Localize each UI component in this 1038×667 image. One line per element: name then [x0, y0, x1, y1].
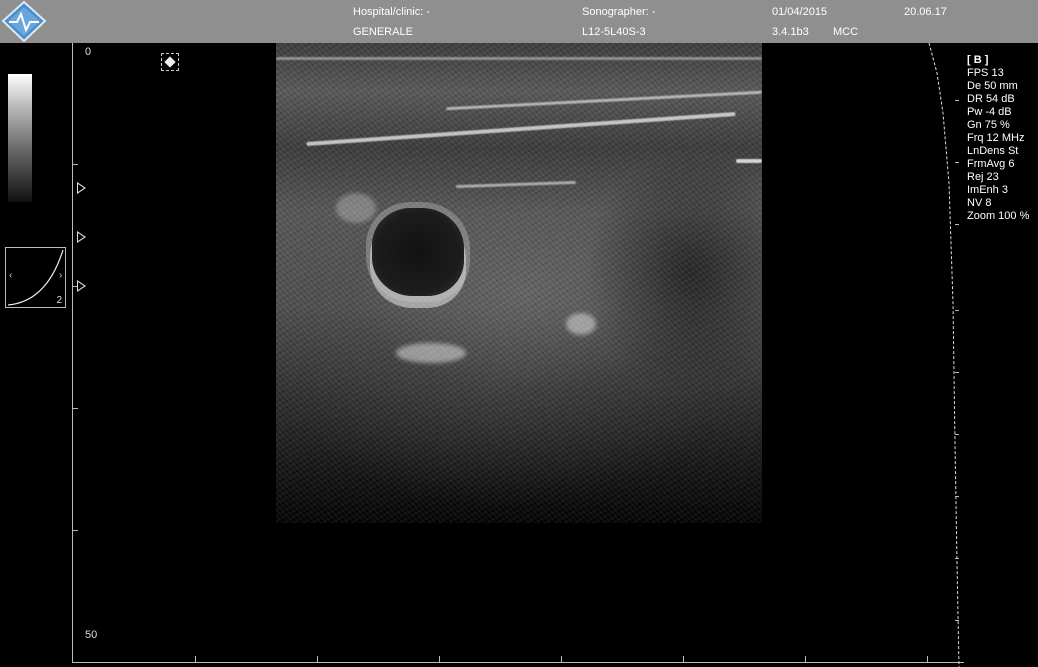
tissue-streak	[276, 57, 762, 60]
tgc-tick	[955, 100, 959, 101]
depth-tick	[72, 164, 78, 165]
tgc-tick	[955, 372, 959, 373]
department-label: GENERALE	[353, 26, 413, 38]
sonographer-label: Sonographer: -	[582, 6, 656, 18]
vessel-lumen	[372, 208, 464, 296]
initials-label: MCC	[833, 26, 859, 38]
tgc-tick	[955, 224, 959, 225]
lateral-tick	[561, 656, 562, 662]
param-zoom: Zoom 100 %	[967, 210, 1030, 222]
version-label: 3.4.1b3	[772, 26, 809, 38]
lateral-tick	[195, 656, 196, 662]
param-line-density: LnDens St	[967, 145, 1019, 157]
param-image-enhance: ImEnh 3	[967, 184, 1008, 196]
tissue-streak	[736, 159, 762, 163]
param-frame-avg: FrmAvg 6	[967, 158, 1015, 170]
ultrasound-image[interactable]	[276, 43, 762, 523]
lateral-tick	[683, 656, 684, 662]
lateral-tick	[317, 656, 318, 662]
param-frequency: Frq 12 MHz	[967, 132, 1025, 144]
tissue-streak	[306, 112, 736, 146]
gray-map-number: 2	[56, 295, 62, 306]
depth-tick	[72, 408, 78, 409]
mode-label: [ B ]	[967, 54, 989, 66]
depth-label-top: 0	[85, 46, 92, 58]
echo-spot	[566, 313, 596, 335]
focus-marker-icon[interactable]	[77, 231, 86, 243]
tgc-tick	[955, 162, 959, 163]
lateral-axis	[72, 662, 964, 663]
depth-label-bottom: 50	[85, 629, 98, 641]
hospital-label: Hospital/clinic: -	[353, 6, 431, 18]
time-label: 20.06.17	[904, 6, 947, 18]
tgc-tick	[955, 496, 959, 497]
parameter-panel: [ B ] FPS 13 De 50 mm DR 54 dB Pw -4 dB …	[967, 54, 1029, 223]
param-reject: Rej 23	[967, 171, 999, 183]
param-nv: NV 8	[967, 197, 992, 209]
param-gain: Gn 75 %	[967, 119, 1010, 131]
focus-marker-icon[interactable]	[77, 182, 86, 194]
lateral-tick	[805, 656, 806, 662]
depth-tick	[72, 530, 78, 531]
depth-axis	[72, 43, 73, 663]
param-dynamic-range: DR 54 dB	[967, 93, 1015, 105]
param-fps: FPS 13	[967, 67, 1004, 79]
tissue-streak	[446, 90, 762, 111]
diamond-logo-icon[interactable]	[0, 0, 48, 43]
tgc-tick	[955, 558, 959, 559]
tgc-curve[interactable]	[925, 43, 965, 667]
gray-map-curve[interactable]: ‹ › 2	[5, 247, 66, 308]
probe-label: L12-5L40S-3	[582, 26, 646, 38]
chevron-right-icon[interactable]: ›	[59, 270, 62, 281]
chevron-left-icon[interactable]: ‹	[9, 270, 12, 281]
focus-marker-icon[interactable]	[77, 280, 86, 292]
tgc-tick	[955, 434, 959, 435]
param-power: Pw -4 dB	[967, 106, 1012, 118]
lateral-tick	[439, 656, 440, 662]
echo-spot	[396, 343, 466, 363]
freeze-marker-icon[interactable]	[161, 53, 179, 71]
param-depth: De 50 mm	[967, 80, 1018, 92]
grayscale-bar	[8, 74, 32, 202]
tgc-tick	[955, 310, 959, 311]
tissue-streak	[455, 180, 577, 189]
echo-spot	[336, 193, 376, 223]
tgc-tick	[955, 620, 959, 621]
date-label: 01/04/2015	[772, 6, 828, 18]
header-bar: Hospital/clinic: - GENERALE Sonographer:…	[0, 0, 1038, 43]
